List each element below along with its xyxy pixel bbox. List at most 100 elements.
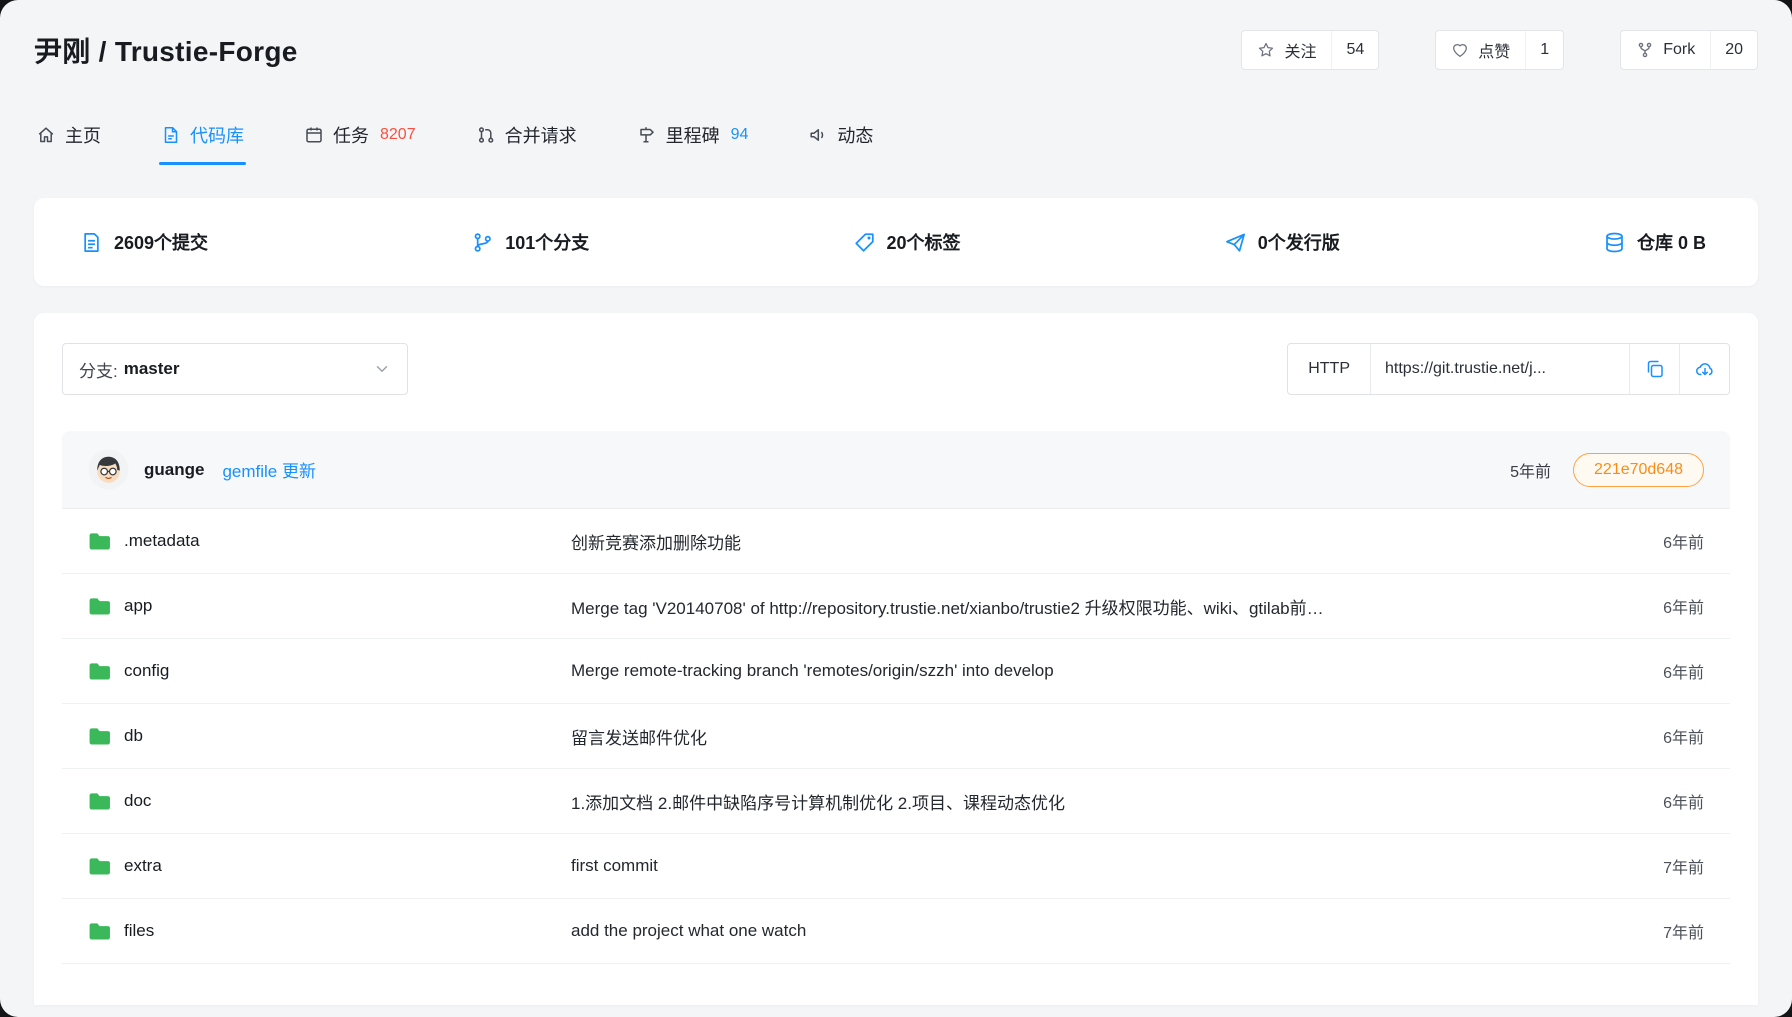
activity-icon [808, 125, 828, 145]
cloud-download-icon [1695, 359, 1715, 379]
watch-label: 关注 [1284, 38, 1316, 62]
file-commit-message[interactable]: 1.添加文档 2.邮件中缺陷序号计算机制优化 2.项目、课程动态优化 [571, 789, 1663, 814]
folder-icon [88, 792, 111, 811]
commits-icon [80, 231, 103, 254]
tab-merge-requests[interactable]: 合并请求 [474, 110, 579, 165]
file-commit-message[interactable]: Merge tag 'V20140708' of http://reposito… [571, 594, 1663, 619]
file-row[interactable]: db 留言发送邮件优化 6年前 [62, 704, 1730, 769]
repo-tabs: 主页 代码库 任务 8207 合并请求 里程碑 94 动态 [34, 110, 1758, 165]
stat-releases[interactable]: 0个发行版 [1224, 229, 1340, 255]
repo-page: 尹刚 / Trustie-Forge 关注 54 点赞 1 [0, 0, 1792, 1005]
praise-button[interactable]: 点赞 1 [1435, 30, 1564, 70]
star-icon [1257, 41, 1275, 59]
tab-activity[interactable]: 动态 [806, 110, 875, 165]
file-name[interactable]: doc [88, 791, 571, 811]
heart-icon [1451, 41, 1469, 59]
tasks-icon [304, 125, 324, 145]
branch-value: master [124, 359, 180, 379]
tab-milestones-count: 94 [731, 126, 749, 144]
file-commit-time: 6年前 [1663, 659, 1704, 683]
file-commit-time: 6年前 [1663, 529, 1704, 553]
tab-home[interactable]: 主页 [34, 110, 103, 165]
file-commit-message[interactable]: first commit [571, 856, 1663, 876]
stat-label: 仓库 0 B [1637, 229, 1706, 255]
file-name[interactable]: app [88, 596, 571, 616]
stat-label: 101个分支 [505, 229, 589, 255]
file-name[interactable]: files [88, 921, 571, 941]
file-commit-message[interactable]: 创新竞赛添加删除功能 [571, 529, 1663, 554]
fork-label: Fork [1663, 41, 1695, 59]
stat-commits[interactable]: 2609个提交 [80, 229, 208, 255]
stat-label: 2609个提交 [114, 229, 208, 255]
milestone-icon [637, 125, 657, 145]
repo-browser-card: 分支: master HTTP [34, 313, 1758, 1005]
header-actions: 关注 54 点赞 1 Fork 20 [1241, 30, 1758, 70]
repo-header: 尹刚 / Trustie-Forge 关注 54 点赞 1 [34, 0, 1758, 70]
file-name-label: config [124, 661, 169, 681]
avatar[interactable] [88, 449, 129, 490]
app-window: 尹刚 / Trustie-Forge 关注 54 点赞 1 [0, 0, 1792, 1017]
stat-label: 0个发行版 [1258, 229, 1340, 255]
praise-count: 1 [1525, 31, 1563, 69]
file-commit-message[interactable]: 留言发送邮件优化 [571, 724, 1663, 749]
file-commit-time: 6年前 [1663, 789, 1704, 813]
file-name-label: doc [124, 791, 151, 811]
commit-message-link[interactable]: gemfile 更新 [222, 457, 316, 482]
chevron-down-icon [373, 360, 391, 378]
file-name[interactable]: db [88, 726, 571, 746]
commit-time: 5年前 [1510, 458, 1551, 482]
file-name[interactable]: config [88, 661, 571, 681]
branch-selector[interactable]: 分支: master [62, 343, 408, 395]
stat-tags[interactable]: 20个标签 [853, 229, 961, 255]
tab-label: 动态 [837, 122, 873, 148]
copy-url-button[interactable] [1629, 344, 1679, 394]
repo-stats-bar: 2609个提交 101个分支 20个标签 0个发行版 仓库 0 B [34, 198, 1758, 286]
copy-icon [1645, 359, 1665, 379]
folder-icon [88, 857, 111, 876]
clone-url-input[interactable] [1371, 344, 1629, 394]
file-commit-time: 6年前 [1663, 594, 1704, 618]
fork-count: 20 [1710, 31, 1757, 69]
stat-repo-size[interactable]: 仓库 0 B [1603, 229, 1706, 255]
folder-icon [88, 597, 111, 616]
tab-tasks[interactable]: 任务 8207 [302, 110, 418, 165]
tab-label: 里程碑 [666, 122, 720, 148]
file-row[interactable]: app Merge tag 'V20140708' of http://repo… [62, 574, 1730, 639]
file-row[interactable]: files add the project what one watch 7年前 [62, 899, 1730, 964]
tab-label: 合并请求 [505, 122, 577, 148]
watch-count: 54 [1331, 31, 1378, 69]
fork-button[interactable]: Fork 20 [1620, 30, 1758, 70]
merge-request-icon [476, 125, 496, 145]
folder-icon [88, 922, 111, 941]
protocol-select[interactable]: HTTP [1288, 344, 1371, 394]
download-button[interactable] [1679, 344, 1729, 394]
release-icon [1224, 231, 1247, 254]
folder-icon [88, 727, 111, 746]
file-commit-message[interactable]: add the project what one watch [571, 921, 1663, 941]
file-name[interactable]: extra [88, 856, 571, 876]
tag-icon [853, 231, 876, 254]
branch-icon [471, 231, 494, 254]
file-row[interactable]: doc 1.添加文档 2.邮件中缺陷序号计算机制优化 2.项目、课程动态优化 6… [62, 769, 1730, 834]
tab-label: 主页 [65, 122, 101, 148]
file-row[interactable]: extra first commit 7年前 [62, 834, 1730, 899]
latest-commit-bar: guange gemfile 更新 5年前 221e70d648 [62, 431, 1730, 509]
file-row[interactable]: .metadata 创新竞赛添加删除功能 6年前 [62, 509, 1730, 574]
file-list: .metadata 创新竞赛添加删除功能 6年前 app Merge tag '… [62, 509, 1730, 964]
file-name-label: .metadata [124, 531, 200, 551]
folder-icon [88, 532, 111, 551]
tab-milestones[interactable]: 里程碑 94 [635, 110, 751, 165]
tab-tasks-count: 8207 [380, 126, 416, 144]
commit-author[interactable]: guange [144, 460, 204, 480]
commit-sha-badge[interactable]: 221e70d648 [1573, 453, 1704, 487]
praise-label: 点赞 [1478, 38, 1510, 62]
stat-label: 20个标签 [887, 229, 961, 255]
file-commit-message[interactable]: Merge remote-tracking branch 'remotes/or… [571, 661, 1663, 681]
watch-button[interactable]: 关注 54 [1241, 30, 1379, 70]
folder-icon [88, 662, 111, 681]
tab-repository[interactable]: 代码库 [159, 110, 246, 165]
database-icon [1603, 231, 1626, 254]
stat-branches[interactable]: 101个分支 [471, 229, 589, 255]
file-name[interactable]: .metadata [88, 531, 571, 551]
file-row[interactable]: config Merge remote-tracking branch 'rem… [62, 639, 1730, 704]
